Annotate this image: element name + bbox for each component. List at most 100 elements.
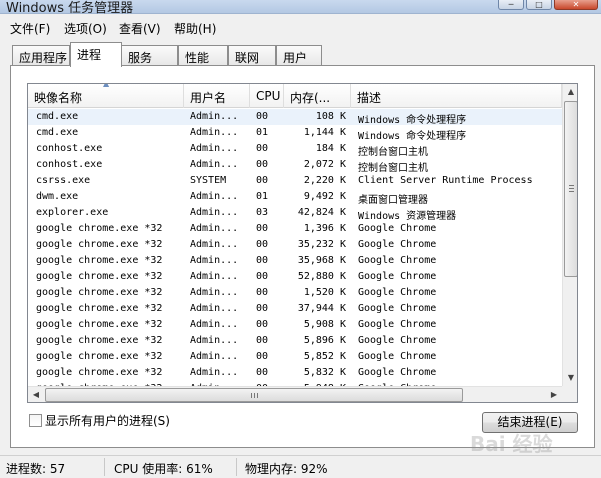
menu-help[interactable]: 帮助(H) [174,20,216,37]
cell-user-name: Admin... [190,111,239,122]
cell-description: 控制台窗口主机 [358,163,428,174]
cell-image-name: google chrome.exe *32 [36,271,163,282]
cell-description: Windows 命令处理程序 [358,131,467,142]
cell-user-name: Admin... [190,207,239,218]
cell-image-name: google chrome.exe *32 [36,303,163,314]
cell-user-name: Admin... [190,127,239,138]
title-bar: Windows 任务管理器 ─ □ ✕ [0,0,601,16]
table-row[interactable]: google chrome.exe *32 Admin... 00 1,396 K Go… [28,221,562,237]
grip-line [569,188,574,189]
table-row[interactable]: google chrome.exe *32 Admin... 00 52,880 KG… [28,269,562,285]
column-image-name[interactable]: ▲ 映像名称 [28,84,184,108]
cell-image-name: google chrome.exe *32 [36,335,163,346]
grip-line [257,393,258,398]
tab-services[interactable]: 服务 [121,45,178,66]
table-row[interactable]: google chrome.exe *32 Admin... 00 5,832 K Go… [28,365,562,381]
tab-applications[interactable]: 应用程序 [12,45,70,66]
cell-user-name: Admin... [190,239,239,250]
cell-image-name: google chrome.exe *32 [36,351,163,362]
maximize-icon: □ [535,0,543,9]
tab-users[interactable]: 用户 [276,45,322,66]
status-cpu-usage: CPU 使用率: 61% [114,462,213,476]
vertical-scroll-thumb[interactable] [564,101,577,277]
table-row[interactable]: cmd.exe Admin... 01 1,144 K Windows 命令处理程序 [28,125,562,142]
cell-image-name: google chrome.exe *32 [36,319,163,330]
cell-description: Google Chrome [358,303,437,314]
horizontal-scrollbar[interactable]: ◀ ▶ [28,386,562,402]
table-row[interactable]: google chrome.exe *32 Admin... 00 37,944 KG… [28,301,562,317]
cell-description: Google Chrome [358,367,437,378]
cell-image-name: explorer.exe [36,207,109,218]
cell-memory: 5,852 K [303,351,346,362]
table-row[interactable]: csrss.exe SYSTEM 00 2,220 K Client Server Ru… [28,173,562,189]
cell-user-name: Admin... [190,191,239,202]
column-memory[interactable]: 内存(... [284,84,351,108]
cell-user-name: Admin... [190,159,239,170]
cell-user-name: Admin... [190,223,239,234]
scroll-right-icon[interactable]: ▶ [546,387,562,402]
table-row[interactable]: dwm.exe Admin... 01 9,492 K 桌面窗口管理器 [28,189,562,206]
menu-view[interactable]: 查看(V) [119,20,161,37]
column-user-name[interactable]: 用户名 [184,84,250,108]
cell-image-name: dwm.exe [36,191,79,202]
cell-image-name: google chrome.exe *32 [36,223,163,234]
horizontal-scroll-thumb[interactable] [45,388,463,402]
menu-options[interactable]: 选项(O) [64,20,107,37]
cell-user-name: SYSTEM [190,175,227,186]
table-row[interactable]: google chrome.exe *32 Admin... 00 35,232 KG… [28,237,562,253]
cell-memory: 42,824 K [297,207,346,218]
cell-user-name: Admin... [190,271,239,282]
tab-strip: 应用程序 进程 服务 性能 联网 用户 [0,40,601,67]
table-row[interactable]: conhost.exe Admin... 00 2,072 K 控制台窗口主机 [28,157,562,174]
cell-description: Windows 资源管理器 [358,211,457,222]
column-cpu[interactable]: CPU [250,84,284,108]
scroll-up-icon[interactable]: ▲ [563,84,577,100]
cell-description: Google Chrome [358,351,437,362]
table-row[interactable]: google chrome.exe *32 Admin... 00 5,908 K Go… [28,317,562,333]
table-row[interactable]: google chrome.exe *32 Admin... 00 1,520 K Go… [28,285,562,301]
cell-description: Google Chrome [358,223,437,234]
cell-image-name: csrss.exe [36,175,91,186]
table-row[interactable]: cmd.exe Admin... 00 108 K Windows 命令处理程序 [28,109,562,126]
cell-description: Google Chrome [358,255,437,266]
table-row[interactable]: conhost.exe Admin... 00 184 K 控制台窗口主机 [28,141,562,158]
cell-user-name: Admin... [190,319,239,330]
cell-user-name: Admin... [190,143,239,154]
cell-memory: 2,220 K [303,175,346,186]
process-list[interactable]: ▲ 映像名称 用户名 CPU 内存(... 描述 cmd.exe Admin...… [27,83,578,403]
cell-image-name: google chrome.exe *32 [36,255,163,266]
status-process-count: 进程数: 57 [6,462,66,476]
table-row[interactable]: explorer.exe Admin... 03 42,824 K Windows 资源… [28,205,562,222]
table-row[interactable]: google chrome.exe *32 Admin... 00 35,968 KG… [28,253,562,269]
grip-line [251,393,252,398]
show-all-users-checkbox[interactable] [29,414,42,427]
menu-file[interactable]: 文件(F) [10,20,50,37]
cell-description: Google Chrome [358,319,437,330]
cell-user-name: Admin... [190,335,239,346]
sort-ascending-icon: ▲ [103,84,109,88]
minimize-button[interactable]: ─ [498,0,524,10]
maximize-button[interactable]: □ [526,0,552,10]
vertical-scrollbar[interactable]: ▲ ▼ [562,84,577,386]
scroll-left-icon[interactable]: ◀ [28,387,44,402]
table-row[interactable]: google chrome.exe *32 Admin... 00 5,896 K Go… [28,333,562,349]
cell-memory: 5,896 K [303,335,346,346]
table-row[interactable]: google chrome.exe *32 Admin... 00 5,852 K Go… [28,349,562,365]
cell-memory: 52,880 K [297,271,346,282]
cell-image-name: cmd.exe [36,111,79,122]
cell-description: Google Chrome [358,239,437,250]
column-description[interactable]: 描述 [351,84,562,108]
close-button[interactable]: ✕ [554,0,598,10]
show-all-users-label[interactable]: 显示所有用户的进程(S) [45,412,170,429]
scroll-down-icon[interactable]: ▼ [563,370,577,386]
cell-memory: 2,072 K [303,159,346,170]
tab-networking[interactable]: 联网 [228,45,276,66]
cell-description: 控制台窗口主机 [358,147,428,158]
process-rows: cmd.exe Admin... 00 108 K Windows 命令处理程序 cmd… [28,109,562,397]
cell-memory: 9,492 K [303,191,346,202]
cell-image-name: conhost.exe [36,143,103,154]
tab-performance[interactable]: 性能 [178,45,228,66]
tab-processes[interactable]: 进程 [70,42,122,67]
status-divider [104,458,105,476]
cell-memory: 35,232 K [297,239,346,250]
